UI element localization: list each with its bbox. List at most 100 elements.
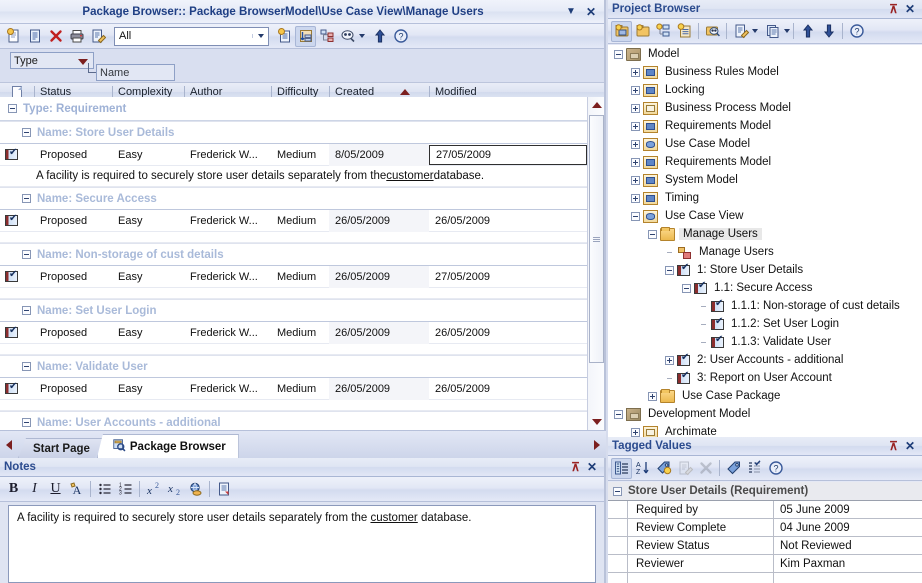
tree-node[interactable]: Manage Users bbox=[608, 243, 922, 261]
bullet-list-button[interactable] bbox=[94, 479, 115, 500]
tagged-value-row[interactable]: Review Complete04 June 2009 bbox=[608, 519, 922, 537]
tagged-value-value[interactable]: Kim Paxman bbox=[774, 555, 922, 573]
group-view-icon[interactable] bbox=[611, 458, 632, 479]
expand-icon[interactable] bbox=[631, 86, 640, 95]
group-header-name[interactable]: Name: Non-storage of cust details bbox=[0, 243, 587, 266]
tagged-value-row[interactable]: Required by05 June 2009 bbox=[608, 501, 922, 519]
table-row[interactable]: Proposed Easy Frederick W... Medium 26/0… bbox=[0, 378, 587, 400]
collapse-icon[interactable] bbox=[648, 230, 657, 239]
table-row[interactable]: Proposed Easy Frederick W... Medium 26/0… bbox=[0, 266, 587, 288]
pin-icon[interactable]: ⊼ bbox=[571, 461, 580, 473]
italic-button[interactable]: I bbox=[24, 479, 45, 500]
search-icon[interactable] bbox=[702, 21, 723, 42]
tagged-value-row[interactable] bbox=[608, 573, 922, 583]
move-up-icon[interactable] bbox=[369, 26, 390, 47]
type-filter-dropdown[interactable]: Type bbox=[10, 52, 94, 69]
help-icon[interactable]: ? bbox=[846, 21, 867, 42]
notes-text-link[interactable]: customer bbox=[370, 512, 417, 524]
expand-icon[interactable] bbox=[631, 158, 640, 167]
help-icon[interactable]: ? bbox=[765, 458, 786, 479]
table-row[interactable]: Proposed Easy Frederick W... Medium 26/0… bbox=[0, 210, 587, 232]
collapse-icon[interactable] bbox=[22, 306, 31, 315]
tree-node[interactable]: Use Case Package bbox=[608, 387, 922, 405]
expand-icon[interactable] bbox=[631, 68, 640, 77]
tree-node[interactable]: Timing bbox=[608, 189, 922, 207]
chevron-down-icon[interactable] bbox=[78, 59, 88, 65]
new-element-icon[interactable] bbox=[674, 21, 695, 42]
underline-button[interactable]: U bbox=[45, 479, 66, 500]
name-filter-field[interactable]: Name bbox=[96, 64, 175, 81]
tree-node[interactable]: Archimate bbox=[608, 423, 922, 437]
collapse-icon[interactable] bbox=[22, 418, 31, 427]
row-note-link[interactable]: customer bbox=[386, 170, 433, 182]
expand-icon[interactable] bbox=[631, 194, 640, 203]
group-by-icon[interactable] bbox=[295, 26, 316, 47]
collapse-icon[interactable] bbox=[22, 128, 31, 137]
expand-icon[interactable] bbox=[631, 428, 640, 437]
tree-node[interactable]: 1.1.2: Set User Login bbox=[608, 315, 922, 333]
notes-text-editor[interactable]: A facility is required to securely store… bbox=[8, 505, 596, 583]
tree-node[interactable]: Requirements Model bbox=[608, 153, 922, 171]
group-header-name[interactable]: Name: Secure Access bbox=[0, 187, 587, 210]
group-header-name[interactable]: Name: User Accounts - additional bbox=[0, 411, 587, 430]
pin-icon[interactable]: ⊼ bbox=[889, 3, 898, 15]
copy-chevron-icon[interactable] bbox=[784, 29, 790, 33]
collapse-icon[interactable] bbox=[22, 194, 31, 203]
group-header-name[interactable]: Name: Set User Login bbox=[0, 299, 587, 322]
close-icon[interactable]: ✕ bbox=[587, 461, 597, 473]
close-icon[interactable]: ✕ bbox=[905, 3, 915, 15]
add-tagged-value-icon[interactable] bbox=[653, 458, 674, 479]
tab-package-browser[interactable]: Package Browser bbox=[97, 434, 239, 458]
expand-icon[interactable] bbox=[631, 140, 640, 149]
tree-node[interactable]: Model bbox=[608, 45, 922, 63]
tree-node[interactable]: Manage Users bbox=[608, 225, 922, 243]
collapse-icon[interactable] bbox=[22, 250, 31, 259]
edit-tagged-value-icon[interactable] bbox=[674, 458, 695, 479]
group-header-name[interactable]: Name: Validate User bbox=[0, 355, 587, 378]
close-icon[interactable]: ✕ bbox=[586, 6, 596, 18]
tree-node[interactable]: 1: Store User Details bbox=[608, 261, 922, 279]
hierarchy-icon[interactable] bbox=[316, 26, 337, 47]
collapse-icon[interactable] bbox=[665, 266, 674, 275]
element-properties-icon[interactable] bbox=[24, 26, 45, 47]
sort-az-icon[interactable]: A Z bbox=[632, 458, 653, 479]
tab-scroll-right[interactable] bbox=[588, 432, 606, 458]
collapse-icon[interactable] bbox=[631, 212, 640, 221]
document-button[interactable] bbox=[213, 479, 234, 500]
new-view-icon[interactable] bbox=[611, 21, 632, 42]
pin-icon[interactable]: ⊼ bbox=[889, 440, 898, 452]
new-package-icon[interactable] bbox=[632, 21, 653, 42]
tagged-value-value[interactable]: 04 June 2009 bbox=[774, 519, 922, 537]
tree-node[interactable]: 1.1.3: Validate User bbox=[608, 333, 922, 351]
edit-notes-icon[interactable] bbox=[87, 26, 108, 47]
subscript-button[interactable]: x 2 bbox=[164, 479, 185, 500]
scrollbar-thumb[interactable] bbox=[589, 115, 604, 363]
tagged-value-value[interactable]: 05 June 2009 bbox=[774, 501, 922, 519]
hyperlink-button[interactable] bbox=[185, 479, 206, 500]
bold-button[interactable]: B bbox=[3, 479, 24, 500]
expand-icon[interactable] bbox=[648, 392, 657, 401]
help-icon[interactable]: ? bbox=[390, 26, 411, 47]
checklist-icon[interactable] bbox=[744, 458, 765, 479]
tag-note-icon[interactable] bbox=[723, 458, 744, 479]
collapse-icon[interactable] bbox=[613, 487, 622, 496]
tree-node[interactable]: Requirements Model bbox=[608, 117, 922, 135]
caption-menu-icon[interactable]: ▼ bbox=[566, 6, 576, 17]
collapse-icon[interactable] bbox=[614, 410, 623, 419]
tree-node[interactable]: 1.1.1: Non-storage of cust details bbox=[608, 297, 922, 315]
table-row[interactable]: Proposed Easy Frederick W... Medium 8/05… bbox=[0, 144, 587, 166]
tree-node[interactable]: Business Process Model bbox=[608, 99, 922, 117]
expand-icon[interactable] bbox=[665, 356, 674, 365]
tree-node[interactable]: Use Case Model bbox=[608, 135, 922, 153]
group-header-type[interactable]: Type: Requirement bbox=[0, 97, 587, 121]
cell-modified-selected[interactable]: 27/05/2009 bbox=[429, 145, 587, 165]
expand-icon[interactable] bbox=[631, 122, 640, 131]
collapse-icon[interactable] bbox=[8, 104, 17, 113]
copy-icon[interactable] bbox=[762, 21, 783, 42]
tagged-value-value[interactable]: Not Reviewed bbox=[774, 537, 922, 555]
filter-dropdown[interactable]: All bbox=[114, 27, 269, 46]
tagged-value-row[interactable]: Review StatusNot Reviewed bbox=[608, 537, 922, 555]
table-row[interactable]: Proposed Easy Frederick W... Medium 26/0… bbox=[0, 322, 587, 344]
scroll-up-button[interactable] bbox=[588, 97, 604, 113]
tree-node[interactable]: Business Rules Model bbox=[608, 63, 922, 81]
